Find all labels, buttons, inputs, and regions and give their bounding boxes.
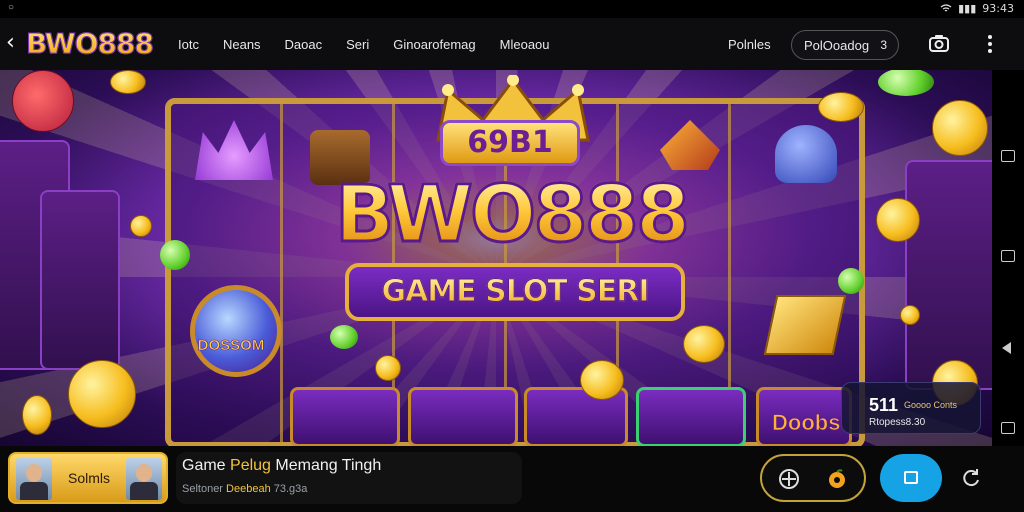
coin [580, 360, 624, 400]
control-pill [760, 454, 866, 502]
coin [110, 70, 146, 94]
brand-logo[interactable]: BWO888 [26, 27, 155, 61]
helmet-symbol [775, 125, 837, 183]
coin [22, 395, 52, 435]
nav-link-4[interactable]: Seri [346, 37, 369, 52]
tile-label: Doobs [772, 410, 841, 436]
square-icon[interactable] [1001, 150, 1015, 162]
nav-pill-label: PolOoadog [804, 38, 870, 53]
back-icon[interactable]: ‹ [6, 32, 15, 54]
promo-title: Game Pelug Memang Tingh [182, 457, 382, 474]
nav-right-link[interactable]: Polnles [728, 37, 771, 52]
target-icon[interactable] [778, 468, 800, 490]
fruit-icon[interactable] [826, 468, 848, 490]
menu-icon[interactable] [984, 33, 996, 55]
orb-symbol [190, 285, 282, 377]
player-label: Solmls [68, 470, 111, 486]
rotate-icon[interactable] [960, 466, 982, 488]
coin [932, 100, 988, 156]
gem [838, 268, 864, 294]
nav-pill-button[interactable]: PolOoadog 3 [791, 30, 899, 60]
camera-icon[interactable] [928, 32, 950, 54]
bottom-bar: Solmls Game Pelug Memang Tingh Seltoner … [0, 446, 1024, 512]
coin [900, 305, 920, 325]
coin [12, 70, 74, 132]
coin [683, 325, 725, 363]
jackpot-value-sub: Goooo Conts [904, 400, 958, 410]
avatar [16, 458, 52, 500]
jackpot-value: 511 [869, 395, 899, 415]
square-icon [904, 471, 918, 484]
banner-subtitle: GAME SLOT SERI [381, 274, 650, 310]
gem [330, 325, 358, 349]
reel-tile [408, 387, 518, 446]
coin [68, 360, 136, 428]
status-indicator: ○ [8, 2, 15, 13]
reel-tile [290, 387, 400, 446]
gold-bars-symbol [763, 295, 847, 355]
top-navbar: ‹ BWO888 Iotc Neans Daoac Seri Ginoarofe… [0, 18, 1024, 70]
nav-link-6[interactable]: Mleoaou [500, 37, 550, 52]
promo-subtitle: Seltoner Deebeah 73.g3a [182, 483, 308, 495]
reel-tile [636, 387, 746, 446]
promo-panel[interactable]: Game Pelug Memang Tingh Seltoner Deebeah… [176, 452, 522, 504]
jackpot-card[interactable]: 511 Goooo Conts Rtopess8.30 [841, 382, 981, 434]
nav-link-3[interactable]: Daoac [285, 37, 323, 52]
crown-badge-label: 69B1 [467, 125, 553, 160]
subtitle-banner: GAME SLOT SERI [345, 263, 685, 321]
system-nav-bar [992, 70, 1024, 446]
orb-label: DOSSOM [197, 337, 265, 355]
status-bar: ○ ▮▮▮ 93:43 [0, 0, 1024, 18]
square-icon[interactable] [1001, 250, 1015, 262]
nav-pill-badge: 3 [880, 38, 887, 52]
arcade-machine-left-2 [40, 190, 120, 370]
nav-link-1[interactable]: Iotc [178, 37, 199, 52]
crown-badge: 69B1 [440, 120, 580, 166]
square-icon[interactable] [1001, 422, 1015, 434]
wifi-icon [940, 3, 952, 11]
status-time: 93:43 [982, 2, 1014, 15]
battery-icon: ▮▮▮ [958, 2, 977, 15]
jackpot-subtext: Rtopess8.30 [869, 417, 926, 428]
back-triangle-icon[interactable] [1002, 342, 1011, 354]
nav-link-5[interactable]: Ginoarofemag [393, 37, 475, 52]
action-button[interactable] [880, 454, 942, 502]
arcade-machine-right [905, 160, 992, 390]
coin [130, 215, 152, 237]
status-right: ▮▮▮ 93:43 [940, 2, 1014, 15]
coin [818, 92, 864, 122]
coin [375, 355, 401, 381]
avatar [126, 458, 162, 500]
banner-title: BWO888 [316, 169, 706, 262]
coin [876, 198, 920, 242]
player-card[interactable]: Solmls [8, 452, 168, 504]
nav-link-2[interactable]: Neans [223, 37, 261, 52]
nav-links: Iotc Neans Daoac Seri Ginoarofemag Mleoa… [178, 37, 574, 52]
game-banner[interactable]: DOSSOM 69B1 BWO888 GAME SLOT SERI Doobs … [0, 70, 992, 446]
gem [160, 240, 190, 270]
